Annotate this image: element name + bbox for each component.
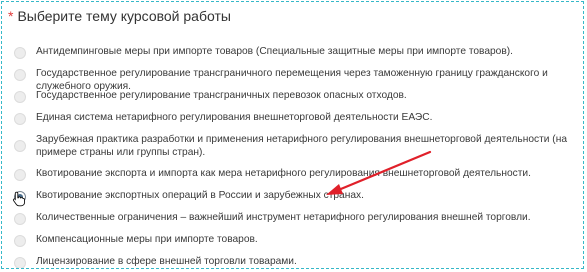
option-label[interactable]: Зарубежная практика разработки и примене… xyxy=(36,133,573,159)
radio-button[interactable] xyxy=(14,140,26,152)
radio-button[interactable] xyxy=(14,69,26,81)
option-label[interactable]: Квотирование экспортных операций в Росси… xyxy=(36,189,573,202)
option-label[interactable]: Количественные ограничения – важнейший и… xyxy=(36,211,573,224)
question-panel: * Выберите тему курсовой работы Антидемпи… xyxy=(1,1,584,269)
radio-button[interactable] xyxy=(14,113,26,125)
radio-button[interactable] xyxy=(14,47,26,59)
radio-button[interactable] xyxy=(14,257,26,268)
radio-button[interactable] xyxy=(14,169,26,181)
option-label[interactable]: Квотирование экспорта и импорта как мера… xyxy=(36,167,573,180)
radio-button[interactable] xyxy=(14,235,26,247)
question-title-text: Выберите тему курсовой работы xyxy=(17,8,231,24)
option-label[interactable]: Антидемпинговые меры при импорте товаров… xyxy=(36,45,573,58)
radio-button[interactable] xyxy=(14,91,26,103)
hand-pointer-icon xyxy=(12,191,26,207)
option-label[interactable]: Компенсационные меры при импорте товаров… xyxy=(36,233,573,246)
option-label[interactable]: Государственное регулирование трансграни… xyxy=(36,89,573,102)
option-label[interactable]: Единая система нетарифного регулирования… xyxy=(36,111,573,124)
radio-button[interactable] xyxy=(14,213,26,225)
question-title: * Выберите тему курсовой работы xyxy=(8,8,231,30)
option-label[interactable]: Лицензирование в сфере внешней торговли … xyxy=(36,255,573,268)
required-marker: * xyxy=(8,8,14,24)
